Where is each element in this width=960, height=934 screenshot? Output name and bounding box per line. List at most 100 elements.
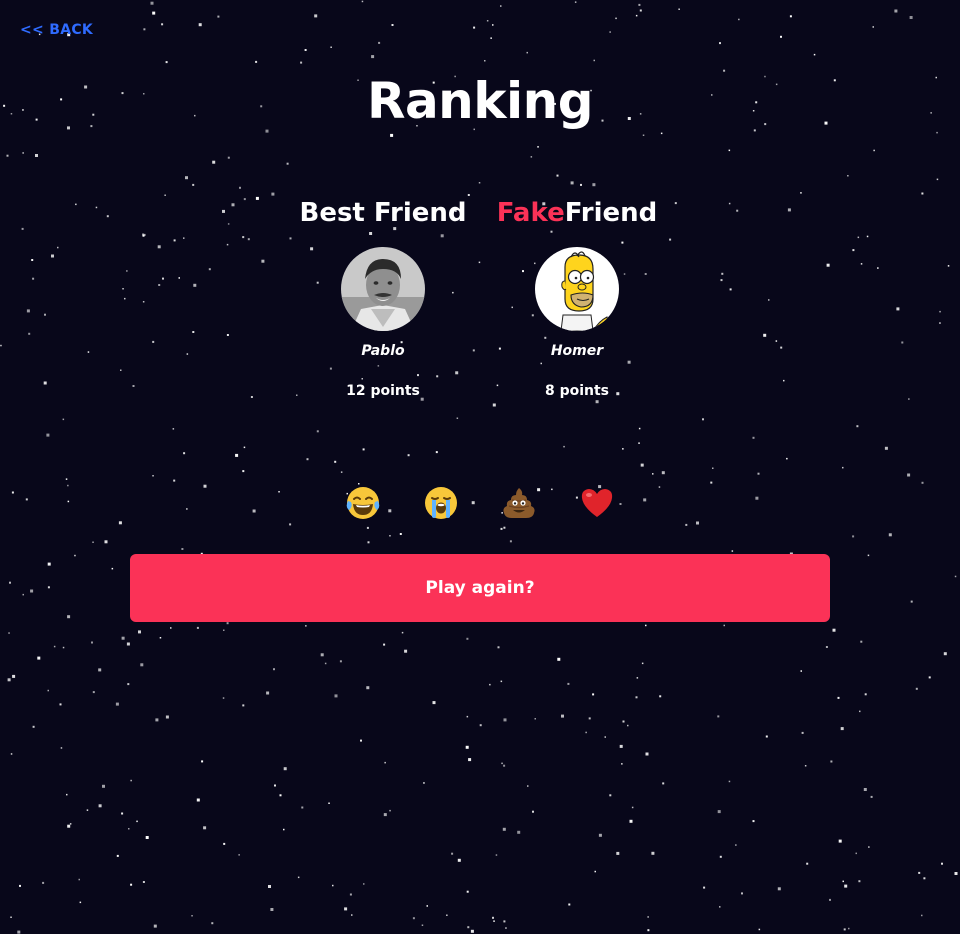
star [884,446,888,450]
star [915,687,918,690]
star [838,839,842,843]
star [383,813,387,817]
star [456,417,459,419]
star [659,695,662,698]
star [21,227,24,230]
star [98,668,102,672]
star [908,398,910,400]
star [255,60,258,63]
play-again-button[interactable]: Play again? [130,554,830,622]
red-heart-emoji-icon[interactable] [579,485,615,521]
star [738,18,740,21]
star [128,828,130,830]
homer-avatar [535,247,619,331]
star [593,59,595,62]
star [647,916,649,918]
star [360,739,362,742]
star [635,14,638,17]
star [526,51,528,54]
star [921,481,924,484]
star [121,636,125,640]
star [87,351,90,353]
star [399,533,402,535]
star [757,472,760,475]
star [69,823,72,825]
star [780,346,783,349]
star [918,871,921,874]
star [478,182,481,184]
star [170,627,172,629]
star [270,908,274,911]
star [185,176,188,180]
star [178,277,180,279]
star [509,540,512,543]
star [67,615,71,619]
pile-of-poo-emoji-icon[interactable] [501,485,537,521]
star [490,37,492,39]
star [389,535,391,537]
star [12,674,16,678]
star [19,884,21,887]
star [652,473,654,475]
star [492,24,494,26]
star [829,898,831,901]
star [401,631,404,634]
star [42,881,45,884]
star [860,263,863,265]
star [604,736,606,738]
laughing-tears-emoji-icon[interactable] [345,485,381,521]
star [877,267,879,269]
star [243,446,246,449]
star [132,385,135,387]
star [588,717,591,720]
star [859,710,861,713]
star [517,830,521,834]
star [316,430,319,433]
star [729,288,732,291]
star [111,567,114,570]
star [457,858,461,862]
loudly-crying-emoji-icon[interactable] [423,485,459,521]
star [300,61,303,64]
star [806,862,809,865]
back-link[interactable]: << BACK [20,22,93,38]
star [328,802,330,804]
fake-friend-points: 8 points [544,383,610,399]
star [847,175,849,177]
star [635,696,638,699]
star [728,780,731,783]
star [226,334,229,336]
star [495,854,498,856]
star [62,646,65,649]
star [941,862,943,865]
star [848,927,850,930]
star [126,642,130,646]
star [467,926,470,929]
star [813,53,816,56]
star [208,268,211,271]
star [864,693,867,696]
star [570,181,574,185]
star [17,930,21,934]
star [870,795,873,798]
star [563,445,565,448]
star [320,653,324,657]
star [752,820,755,823]
star [324,662,327,665]
star [283,828,285,831]
star [67,824,71,828]
star [923,877,926,880]
star [22,593,24,596]
star [616,851,620,855]
star [492,916,494,919]
star [852,535,855,538]
pablo-avatar [341,247,425,331]
star [173,479,176,482]
star [638,442,640,444]
star [710,481,713,484]
star [363,883,365,885]
star [130,883,133,886]
star [157,245,161,249]
star [466,637,469,640]
star [226,622,229,625]
